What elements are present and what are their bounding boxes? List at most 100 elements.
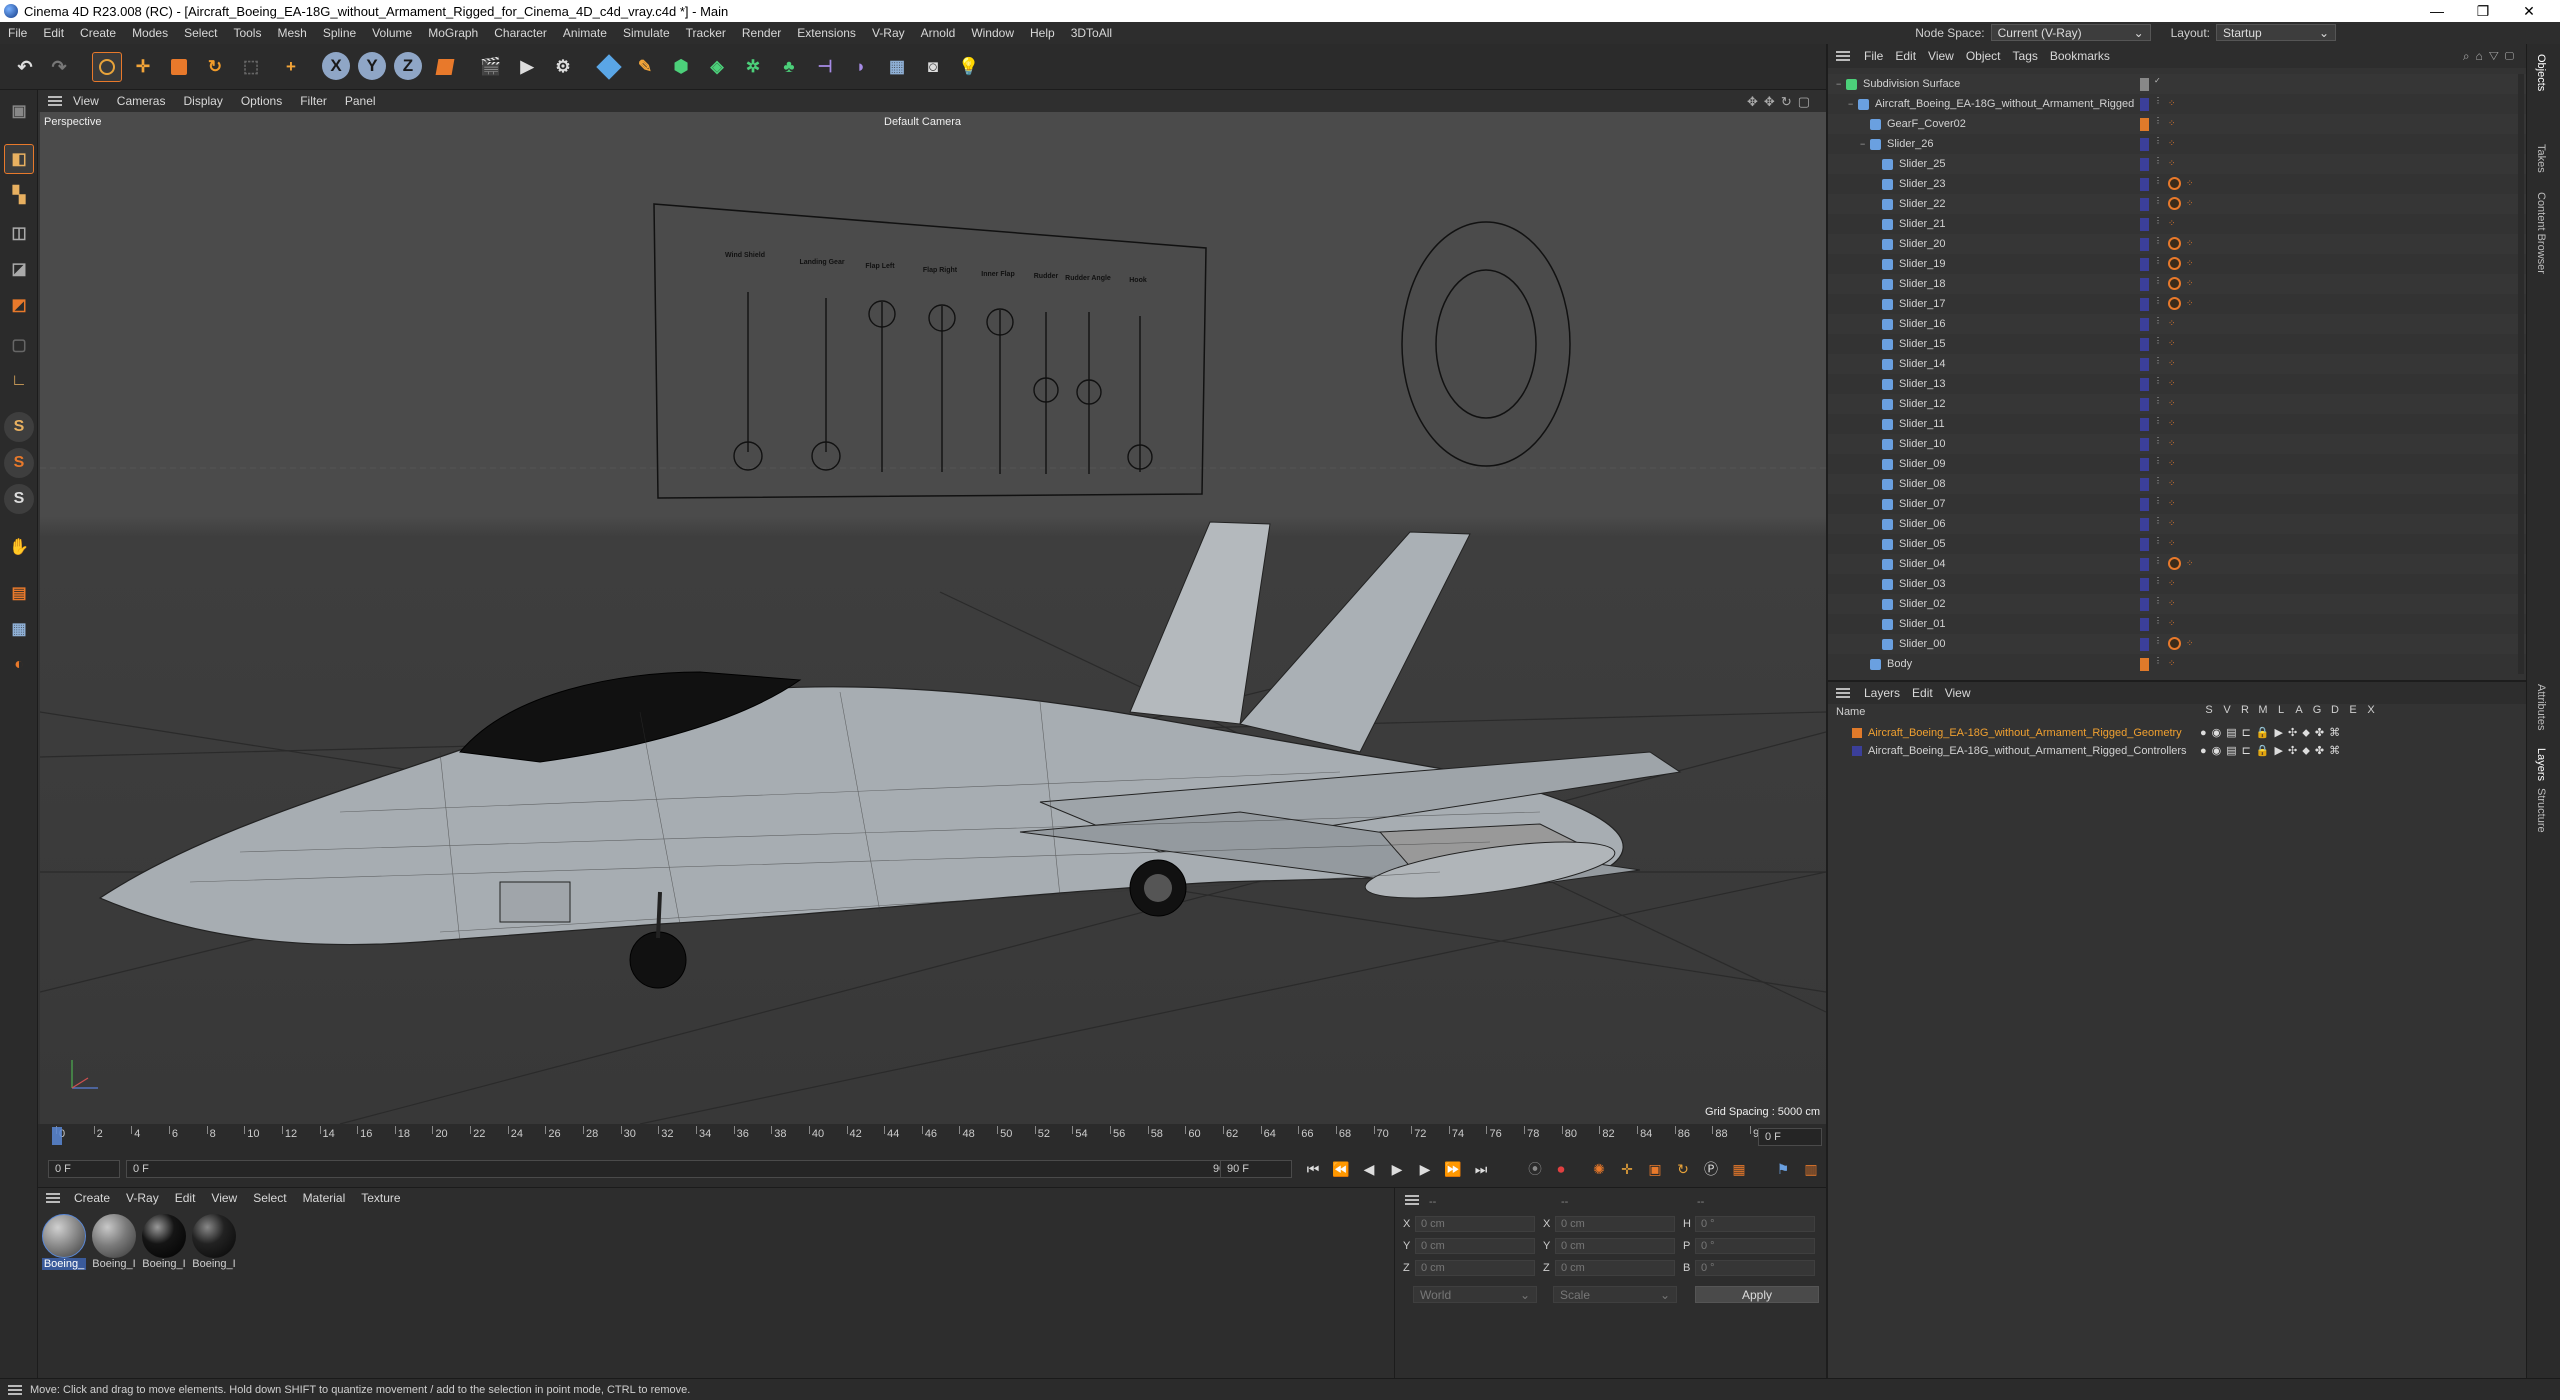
layer-row-controllers[interactable]: Aircraft_Boeing_EA-18G_without_Armament_…	[1828, 742, 2528, 760]
viewport-navigation-icons[interactable]: ✥✥↻▢	[1747, 94, 1816, 110]
layer-color-indicator[interactable]	[2140, 237, 2149, 251]
grid-icon[interactable]: ▦	[4, 614, 34, 644]
material-menu-view[interactable]: View	[203, 1191, 245, 1205]
layout-select[interactable]: Startup ⌄	[2216, 24, 2336, 41]
visibility-dots-icon[interactable]: ⋮	[2154, 417, 2162, 425]
protection-tag-icon[interactable]: ⁘	[2168, 598, 2176, 609]
menu-mograph[interactable]: MoGraph	[420, 26, 486, 40]
protection-tag-icon[interactable]: ⁘	[2168, 318, 2176, 329]
object-name[interactable]: Slider_22	[1899, 198, 1945, 210]
layer-color-indicator[interactable]	[2140, 577, 2149, 591]
tab-attributes[interactable]: Attributes	[2535, 684, 2547, 730]
size-x-field[interactable]: 0 cm	[1555, 1216, 1675, 1232]
visibility-dots-icon[interactable]: ⋮	[2154, 517, 2162, 525]
object-name[interactable]: Aircraft_Boeing_EA-18G_without_Armament_…	[1875, 98, 2134, 110]
key-scale-icon[interactable]: ▣	[1644, 1158, 1666, 1180]
layer-color-indicator[interactable]	[2140, 197, 2149, 211]
xpresso-tag-icon[interactable]	[2168, 197, 2181, 210]
object-name[interactable]: Slider_05	[1899, 538, 1945, 550]
object-name[interactable]: Slider_20	[1899, 238, 1945, 250]
layer-color-indicator[interactable]	[2140, 597, 2149, 611]
protection-tag-icon[interactable]: ⁘	[2186, 298, 2194, 309]
protection-tag-icon[interactable]: ⁘	[2186, 278, 2194, 289]
lock-workplane-icon[interactable]: ▤	[4, 578, 34, 608]
protection-tag-icon[interactable]: ⁘	[2168, 498, 2176, 509]
rot-b-field[interactable]: 0 °	[1695, 1260, 1815, 1276]
rig-control-board[interactable]	[653, 203, 1207, 499]
layer-flag-header[interactable]: X	[2362, 704, 2380, 716]
enabled-check-icon[interactable]: ✓	[2154, 77, 2161, 85]
protection-tag-icon[interactable]: ⁘	[2168, 338, 2176, 349]
go-to-start-icon[interactable]: ⏮	[1302, 1158, 1324, 1180]
ring-controller-outer[interactable]	[1401, 221, 1571, 467]
key-position-icon[interactable]: ✛	[1616, 1158, 1638, 1180]
coordinates-menu-icon[interactable]	[1405, 1195, 1419, 1205]
visibility-dots-icon[interactable]: ⋮	[2154, 597, 2162, 605]
layer-menu-view[interactable]: View	[1939, 686, 1977, 700]
object-name[interactable]: GearF_Cover02	[1887, 118, 1966, 130]
object-name[interactable]: Slider_12	[1899, 398, 1945, 410]
material-menu-edit[interactable]: Edit	[167, 1191, 204, 1205]
layer-color-indicator[interactable]	[2140, 257, 2149, 271]
spline-icon[interactable]: ◗	[846, 52, 876, 82]
object-name[interactable]: Slider_06	[1899, 518, 1945, 530]
object-name[interactable]: Subdivision Surface	[1863, 78, 1960, 90]
menu-arnold[interactable]: Arnold	[913, 26, 964, 40]
visibility-dots-icon[interactable]: ⋮	[2154, 197, 2162, 205]
menu-character[interactable]: Character	[486, 26, 555, 40]
layer-color-indicator[interactable]	[2140, 497, 2149, 511]
object-row[interactable]: Slider_09 ⋮ ⁘	[1828, 454, 2528, 474]
timeline-ruler[interactable]: 0 2 4 6 8 10 12 14 16 18 20 22 24 26 28 30 32 34 36 38 40 42 4…	[38, 1124, 1826, 1150]
layer-color-indicator[interactable]	[2140, 97, 2149, 111]
xpresso-tag-icon[interactable]	[2168, 177, 2181, 190]
visibility-dots-icon[interactable]: ⋮	[2154, 137, 2162, 145]
field-icon[interactable]: ⊣	[810, 52, 840, 82]
object-menu-edit[interactable]: Edit	[1889, 49, 1922, 63]
layer-flag-icons[interactable]: ●◉▤⊏🔒▶✣⬥✤⌘	[2200, 726, 2345, 740]
viewport-menu-display[interactable]: Display	[174, 94, 231, 108]
protection-tag-icon[interactable]: ⁘	[2168, 458, 2176, 469]
object-row[interactable]: − Slider_26 ⋮ ⁘	[1828, 134, 2528, 154]
protection-tag-icon[interactable]: ⁘	[2168, 618, 2176, 629]
object-row[interactable]: Body ⋮ ⁘	[1828, 654, 2528, 674]
protection-tag-icon[interactable]: ⁘	[2168, 578, 2176, 589]
pen-icon[interactable]: ✎	[630, 52, 660, 82]
protection-tag-icon[interactable]: ⁘	[2168, 158, 2176, 169]
node-space-select[interactable]: Current (V-Ray) ⌄	[1990, 24, 2151, 41]
rig-sliders[interactable]	[733, 292, 1153, 474]
object-row[interactable]: Slider_08 ⋮ ⁘	[1828, 474, 2528, 494]
viewport-menu-view[interactable]: View	[64, 94, 108, 108]
visibility-dots-icon[interactable]: ⋮	[2154, 97, 2162, 105]
layer-menu-layers[interactable]: Layers	[1858, 686, 1906, 700]
start-frame-field[interactable]: 0 F	[48, 1160, 120, 1178]
menu-help[interactable]: Help	[1022, 26, 1063, 40]
object-name[interactable]: Slider_21	[1899, 218, 1945, 230]
object-name[interactable]: Slider_19	[1899, 258, 1945, 270]
object-row[interactable]: Slider_21 ⋮ ⁘	[1828, 214, 2528, 234]
light-icon[interactable]: 💡	[954, 52, 984, 82]
object-name[interactable]: Slider_15	[1899, 338, 1945, 350]
visibility-dots-icon[interactable]: ⋮	[2154, 377, 2162, 385]
protection-tag-icon[interactable]: ⁘	[2168, 378, 2176, 389]
key-rotation-icon[interactable]: ↻	[1672, 1158, 1694, 1180]
previous-key-icon[interactable]: ⏪	[1330, 1158, 1352, 1180]
layer-name[interactable]: Aircraft_Boeing_EA-18G_without_Armament_…	[1868, 745, 2187, 757]
visibility-dots-icon[interactable]: ⋮	[2154, 657, 2162, 665]
layer-color-swatch[interactable]	[1852, 728, 1862, 738]
cube-icon[interactable]	[594, 52, 624, 82]
layer-color-indicator[interactable]	[2140, 617, 2149, 631]
menu-vray[interactable]: V-Ray	[864, 26, 913, 40]
move-tool-icon[interactable]: ✛	[128, 52, 158, 82]
next-frame-icon[interactable]: ▶	[1414, 1158, 1436, 1180]
visibility-dots-icon[interactable]: ⋮	[2154, 157, 2162, 165]
layer-color-indicator[interactable]	[2140, 277, 2149, 291]
object-row[interactable]: Slider_19 ⋮ ⁘	[1828, 254, 2528, 274]
status-menu-icon[interactable]	[8, 1385, 22, 1395]
layer-color-indicator[interactable]	[2140, 417, 2149, 431]
coordinate-mode-select[interactable]: Scale ⌄	[1553, 1286, 1677, 1303]
motion-system-icon[interactable]: ⚑	[1772, 1158, 1794, 1180]
object-row[interactable]: Slider_12 ⋮ ⁘	[1828, 394, 2528, 414]
object-name[interactable]: Slider_13	[1899, 378, 1945, 390]
menu-tools[interactable]: Tools	[225, 26, 269, 40]
object-row[interactable]: Slider_16 ⋮ ⁘	[1828, 314, 2528, 334]
